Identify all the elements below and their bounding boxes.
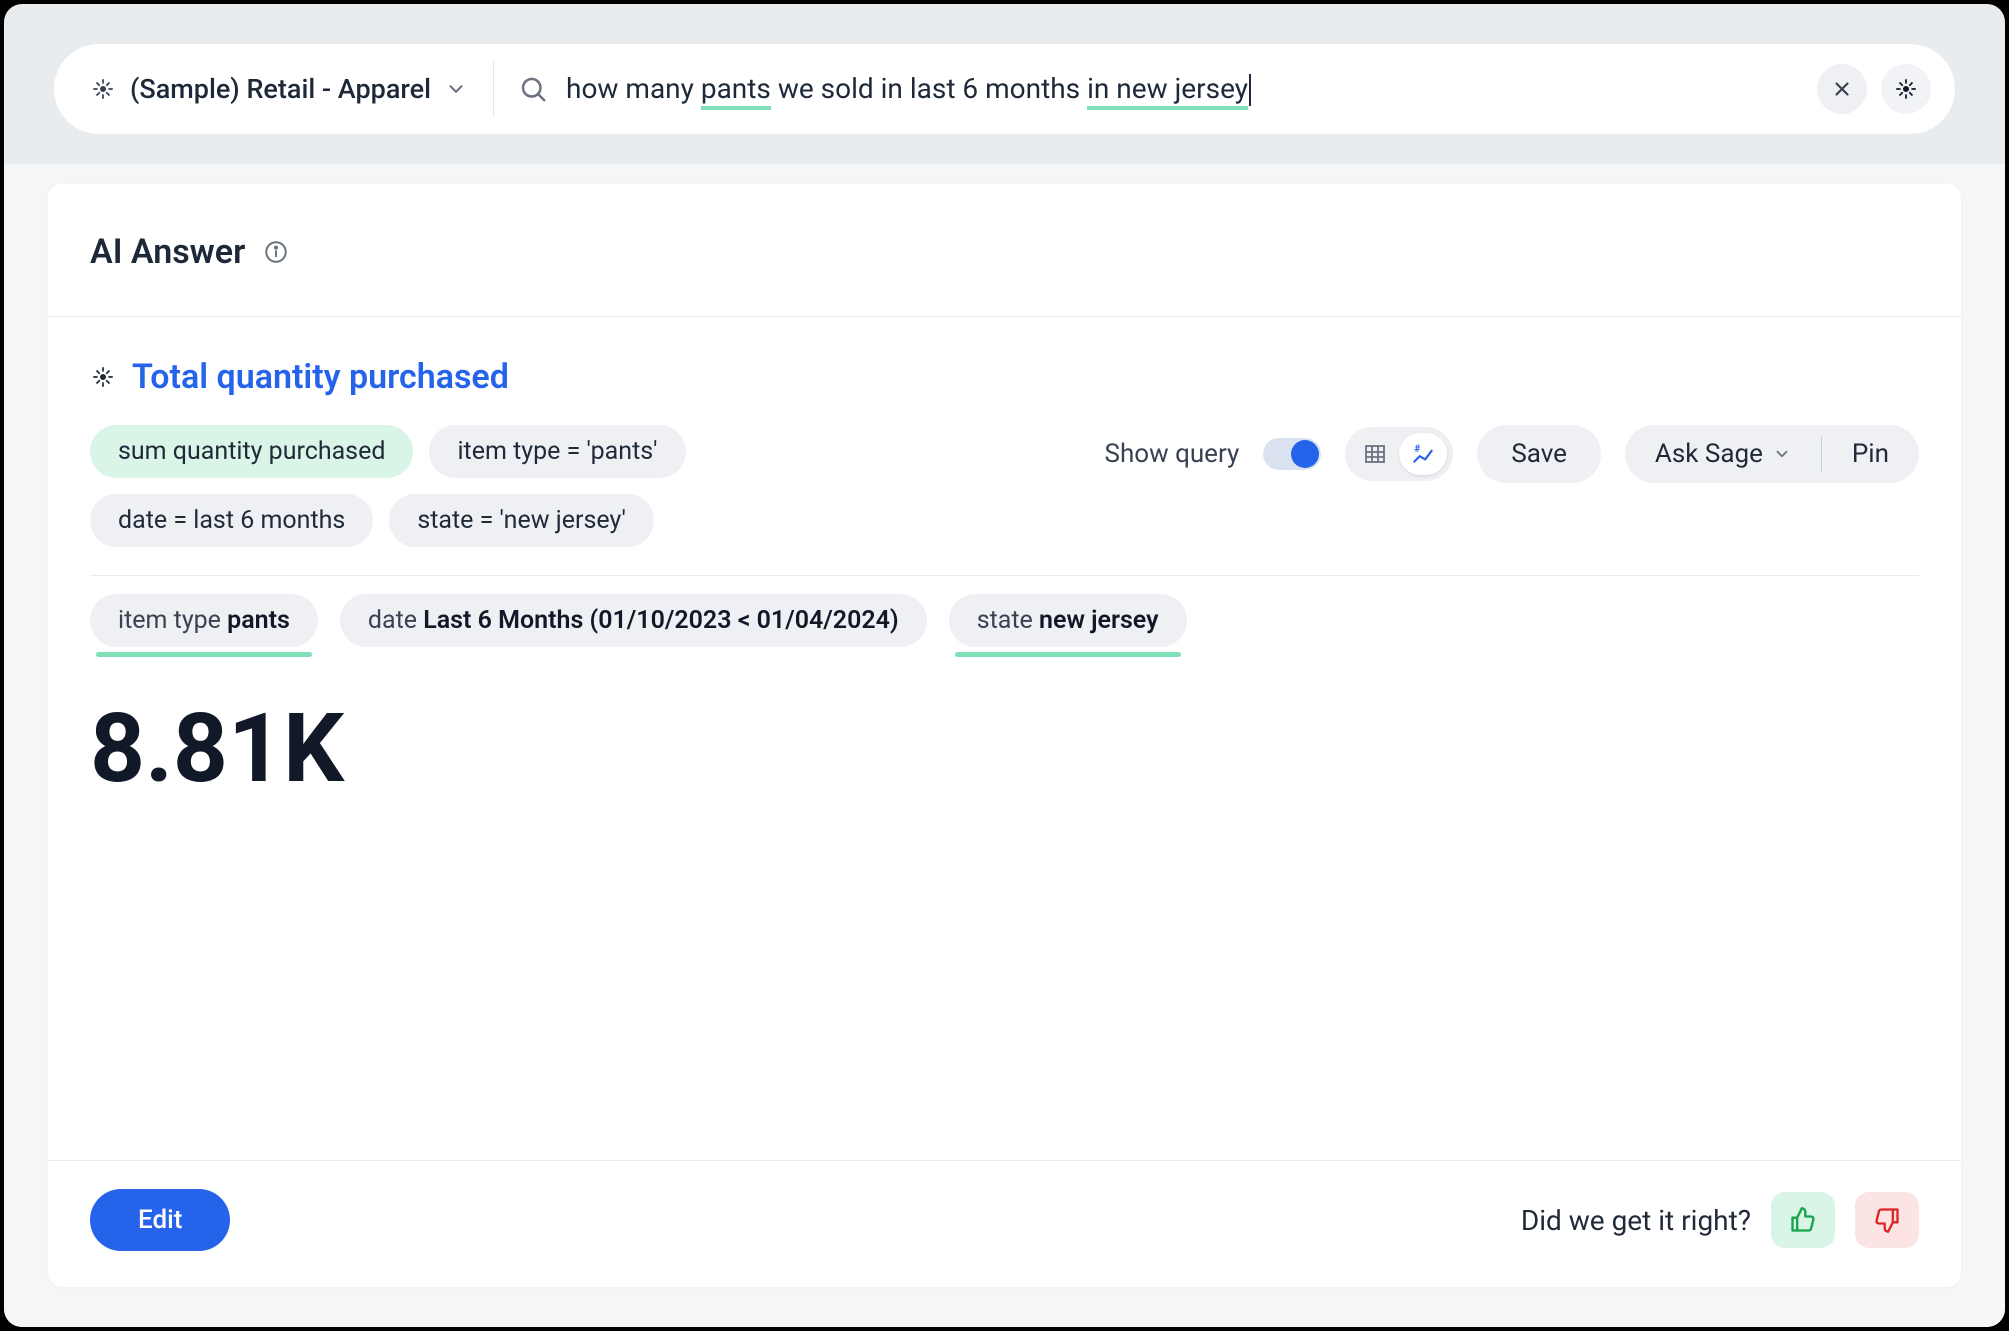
query-pill-item-type[interactable]: item type = 'pants' <box>429 425 685 478</box>
table-icon <box>1363 442 1387 466</box>
datasource-selector[interactable]: (Sample) Retail - Apparel <box>90 61 494 117</box>
filter-date[interactable]: date Last 6 Months (01/10/2023 < 01/04/2… <box>340 594 927 647</box>
applied-filters: item type pants date Last 6 Months (01/1… <box>90 575 1919 647</box>
query-pill-date[interactable]: date = last 6 months <box>90 494 373 547</box>
ask-sage-label: Ask Sage <box>1655 439 1763 469</box>
filter-underline <box>955 652 1181 657</box>
viz-chart-button[interactable]: # <box>1399 433 1447 475</box>
filter-value: new jersey <box>1039 606 1158 635</box>
query-pill-state[interactable]: state = 'new jersey' <box>389 494 654 547</box>
metric-value: 8.81K <box>90 693 1919 805</box>
filter-label: item type <box>118 606 227 635</box>
datasource-label: (Sample) Retail - Apparel <box>130 73 431 105</box>
viz-table-button[interactable] <box>1351 433 1399 475</box>
text-caret <box>1249 74 1251 106</box>
search-query-text: how many pants we sold in last 6 months … <box>566 72 1251 107</box>
sage-sparkle-icon <box>90 76 116 102</box>
edit-label: Edit <box>138 1205 182 1235</box>
thumbs-up-icon <box>1789 1206 1817 1234</box>
filter-item-type[interactable]: item type pants <box>90 594 318 647</box>
viz-mode-switch: # <box>1345 427 1453 481</box>
query-token-pants: pants <box>701 72 771 110</box>
query-token-new-jersey: in new jersey <box>1087 72 1248 110</box>
filter-label: date <box>368 606 423 635</box>
save-label: Save <box>1511 439 1567 469</box>
info-icon[interactable] <box>263 239 289 265</box>
clear-search-button[interactable] <box>1817 64 1867 114</box>
thumbs-down-icon <box>1873 1206 1901 1234</box>
filter-label: state <box>977 606 1039 635</box>
svg-text:#: # <box>1415 444 1421 455</box>
thumbs-down-button[interactable] <box>1855 1192 1919 1248</box>
chart-icon: # <box>1410 441 1436 467</box>
search-bar: (Sample) Retail - Apparel how many pants… <box>54 44 1955 134</box>
ask-sage-pin-group: Ask Sage Pin <box>1625 425 1919 483</box>
filter-underline <box>96 652 312 657</box>
sage-sparkle-icon <box>1893 76 1919 102</box>
edit-button[interactable]: Edit <box>90 1189 230 1251</box>
filter-state[interactable]: state new jersey <box>949 594 1187 647</box>
query-pills: sum quantity purchased item type = 'pant… <box>90 425 910 547</box>
show-query-toggle[interactable] <box>1263 438 1321 470</box>
query-part: we sold in last 6 months <box>771 72 1087 105</box>
chevron-down-icon <box>445 78 467 100</box>
feedback-prompt: Did we get it right? <box>1521 1204 1751 1237</box>
search-icon <box>518 74 548 104</box>
filter-value: pants <box>227 606 290 635</box>
search-input-area[interactable]: how many pants we sold in last 6 months … <box>518 72 1793 107</box>
sage-button[interactable] <box>1881 64 1931 114</box>
query-pill-measure[interactable]: sum quantity purchased <box>90 425 413 478</box>
pin-label: Pin <box>1852 439 1889 469</box>
save-button[interactable]: Save <box>1477 425 1601 483</box>
ask-sage-button[interactable]: Ask Sage <box>1625 425 1821 483</box>
card-title: AI Answer <box>90 232 245 272</box>
answer-title[interactable]: Total quantity purchased <box>132 357 509 397</box>
close-icon <box>1831 78 1853 100</box>
chevron-down-icon <box>1773 445 1791 463</box>
query-part: how many <box>566 72 701 105</box>
sage-sparkle-icon <box>90 364 116 390</box>
answer-card: AI Answer Total quantity purchased sum q… <box>48 184 1961 1287</box>
thumbs-up-button[interactable] <box>1771 1192 1835 1248</box>
show-query-label: Show query <box>1105 439 1240 469</box>
filter-value: Last 6 Months (01/10/2023 < 01/04/2024) <box>423 606 898 635</box>
pin-button[interactable]: Pin <box>1822 425 1919 483</box>
